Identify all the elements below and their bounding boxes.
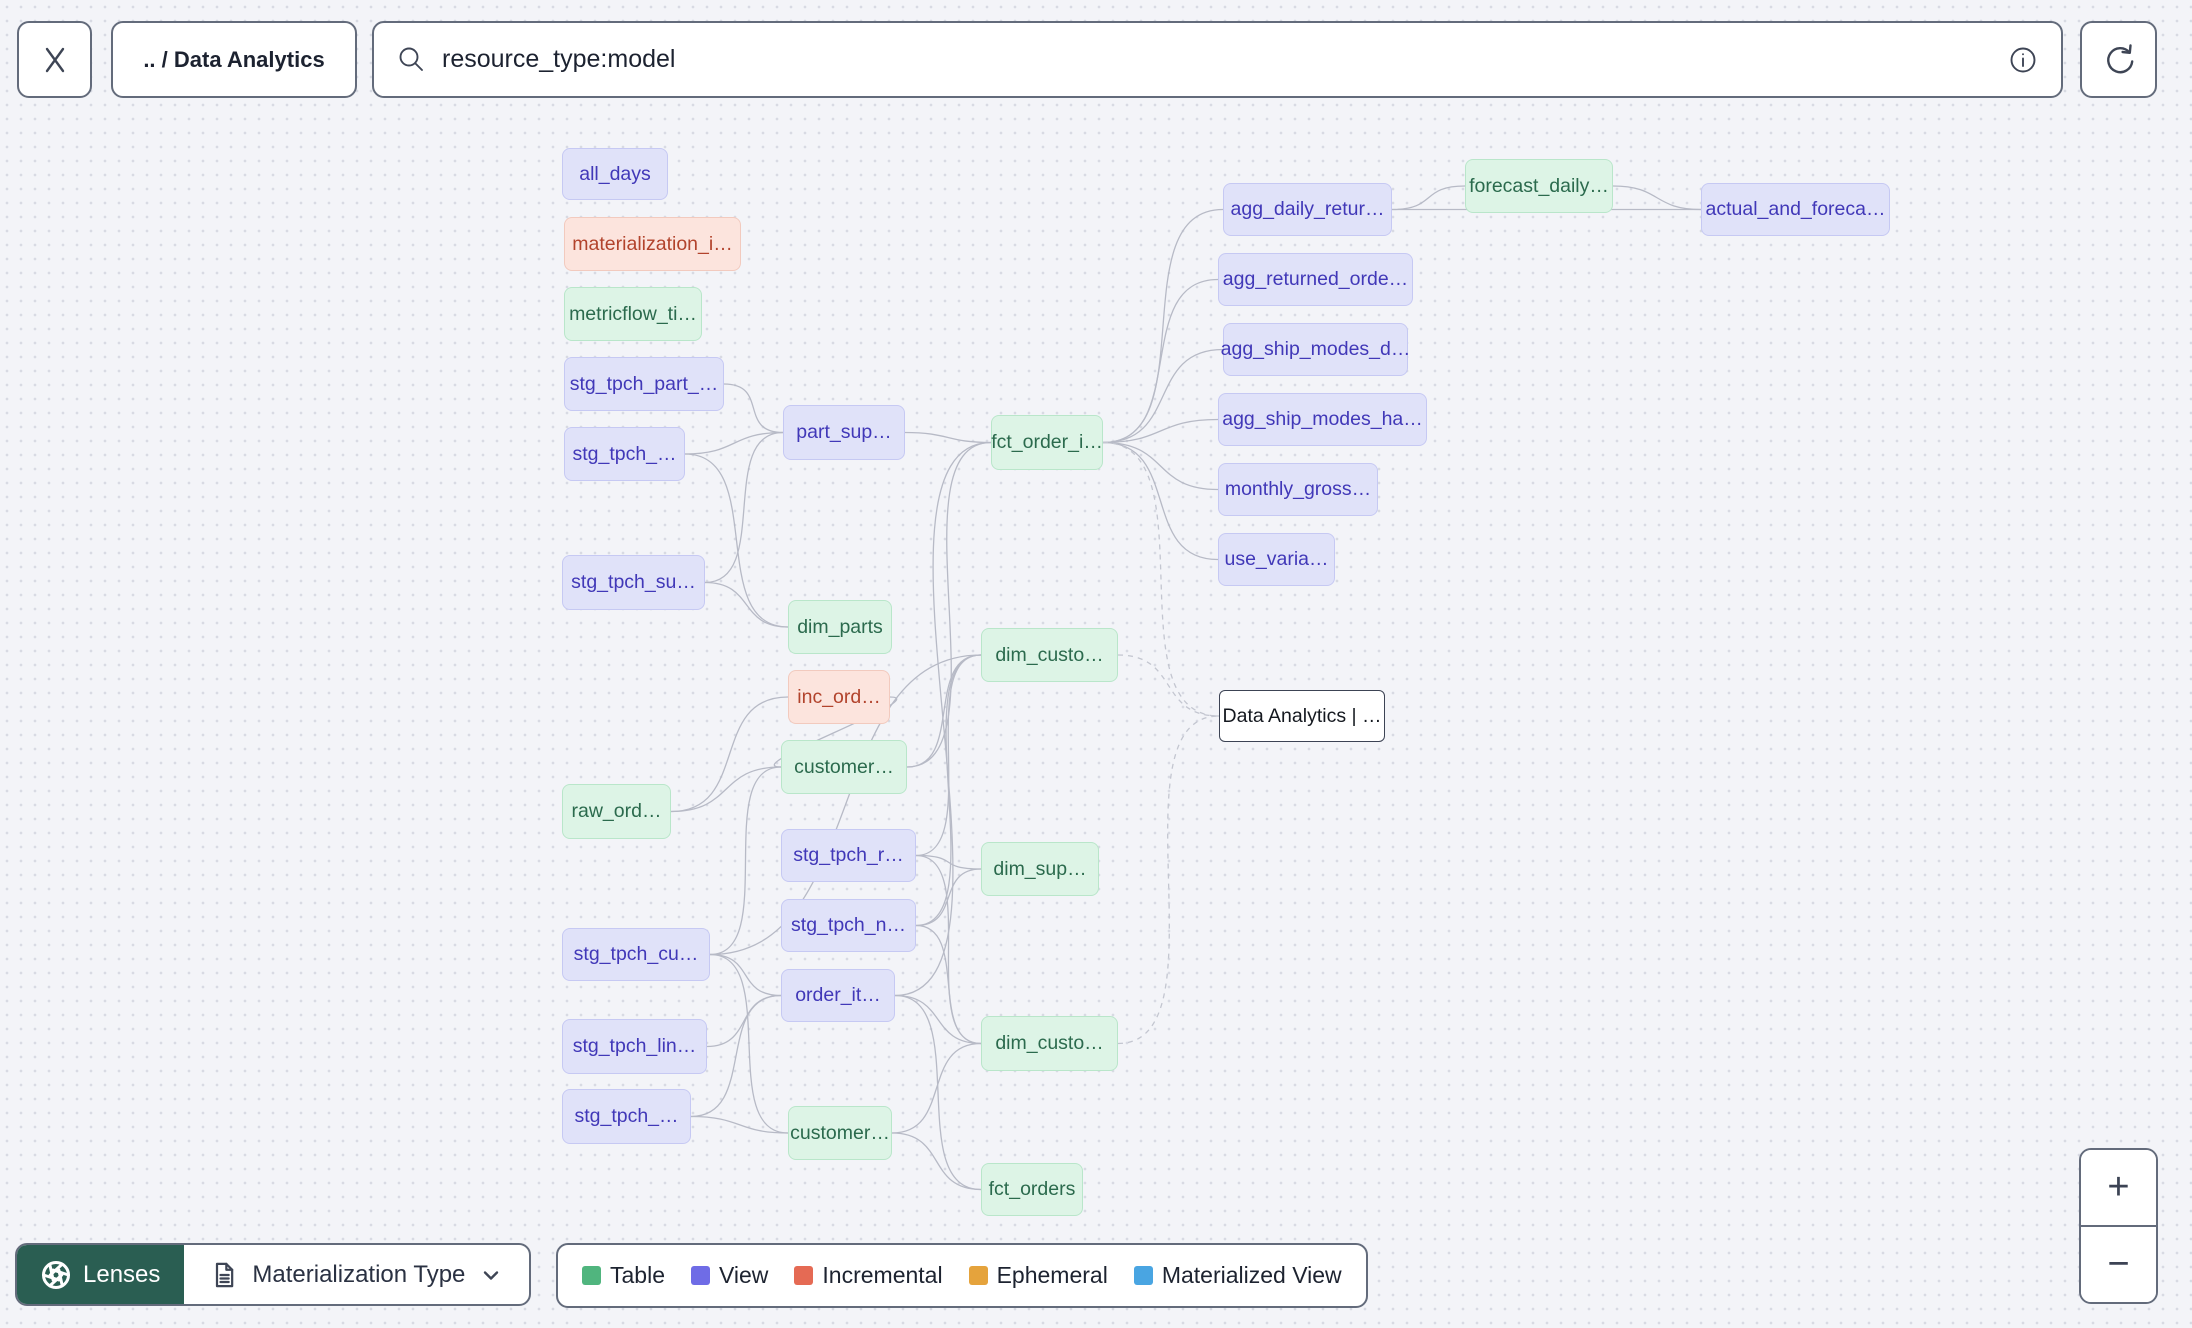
edge-fct_order_i-use_varia (1102, 441, 1219, 561)
info-icon[interactable] (2007, 44, 2039, 76)
zoom-control: + − (2079, 1148, 2158, 1304)
edge-fct_order_i-agg_ship_d (1102, 348, 1224, 444)
graph-node-stg_tpch_su[interactable]: stg_tpch_su… (562, 555, 705, 610)
edge-stg_tpch_b-customer_b (690, 1115, 789, 1134)
graph-node-fct_orders[interactable]: fct_orders (981, 1163, 1083, 1216)
graph-node-raw_ord[interactable]: raw_ord… (562, 784, 671, 839)
edge-raw_ord-inc_ord (670, 696, 789, 813)
graph-node-stg_tpch_n[interactable]: stg_tpch_n… (781, 899, 916, 952)
graph-node-customer_b[interactable]: customer… (788, 1106, 892, 1160)
graph-node-actual_and[interactable]: actual_and_foreca… (1701, 183, 1890, 236)
graph-node-dim_sup[interactable]: dim_sup… (981, 842, 1099, 896)
graph-node-order_it[interactable]: order_it… (781, 969, 895, 1022)
lenses-button[interactable]: Lenses (17, 1245, 185, 1304)
zoom-out-button[interactable]: − (2081, 1227, 2156, 1302)
zoom-in-button[interactable]: + (2081, 1150, 2156, 1227)
legend-swatch (968, 1266, 988, 1285)
edge-order_it-fct_orders (894, 994, 982, 1191)
graph-node-stg_tpch_part[interactable]: stg_tpch_part_… (564, 357, 724, 411)
legend-label: Incremental (822, 1262, 943, 1288)
graph-node-dim_custo_a[interactable]: dim_custo… (981, 628, 1118, 682)
graph-node-metricflow_ti[interactable]: metricflow_ti… (564, 287, 702, 341)
graph-node-agg_ship_d[interactable]: agg_ship_modes_d… (1221, 323, 1410, 376)
graph-node-agg_daily[interactable]: agg_daily_retur… (1223, 183, 1392, 236)
graph-node-stg_tpch_r[interactable]: stg_tpch_r… (781, 829, 916, 882)
graph-node-fct_order_i[interactable]: fct_order_i… (991, 415, 1103, 470)
search-bar (372, 21, 2063, 98)
graph-node-dim_custo_b[interactable]: dim_custo… (981, 1016, 1118, 1071)
graph-node-agg_ship_ha[interactable]: agg_ship_modes_ha… (1218, 393, 1427, 446)
edge-agg_daily-forecast_daily (1391, 185, 1466, 211)
legend-item-view: View (690, 1262, 769, 1289)
edge-stg_tpch_su-part_sup (704, 431, 784, 584)
edge-raw_ord-customer_a (670, 766, 782, 813)
edge-stg_tpch_cu-customer_a (709, 766, 782, 956)
graph-node-part_sup[interactable]: part_sup… (783, 405, 905, 460)
graph-node-stg_tpch_a[interactable]: stg_tpch_… (564, 427, 685, 481)
edge-dim_custo_b-data_analytics (1117, 715, 1220, 1045)
legend-swatch (794, 1266, 814, 1285)
legend-item-materialized-view: Materialized View (1133, 1262, 1342, 1289)
legend-label: Materialized View (1161, 1262, 1342, 1288)
search-icon (399, 47, 423, 71)
edge-fct_order_i-agg_returned (1102, 278, 1219, 444)
refresh-button[interactable] (2080, 21, 2157, 98)
breadcrumb[interactable]: .. / Data Analytics (111, 21, 357, 98)
document-icon (216, 1262, 234, 1287)
refresh-icon (2106, 43, 2133, 73)
close-button[interactable] (17, 21, 92, 98)
graph-node-agg_returned[interactable]: agg_returned_orde… (1218, 253, 1413, 306)
graph-node-stg_tpch_lin[interactable]: stg_tpch_lin… (562, 1019, 707, 1074)
edge-stg_tpch_lin-order_it (706, 994, 782, 1048)
edge-order_it-dim_custo_b (894, 994, 982, 1045)
legend-swatch (690, 1266, 710, 1285)
legend-label: Ephemeral (996, 1262, 1108, 1288)
edge-customer_b-fct_orders (891, 1132, 982, 1191)
lenses-label: Lenses (83, 1260, 161, 1288)
legend: Table View Incremental Ephemeral Materialize… (556, 1243, 1368, 1308)
breadcrumb-label: .. / Data Analytics (143, 46, 325, 72)
edge-dim_custo_a-data_analytics (1117, 654, 1220, 717)
edge-fct_order_i-agg_daily (1102, 208, 1224, 444)
graph-node-forecast_daily[interactable]: forecast_daily… (1465, 159, 1613, 213)
graph-node-materialization_i[interactable]: materialization_i… (564, 217, 741, 271)
materialization-type-dropdown[interactable]: Materialization Type (184, 1245, 529, 1304)
edge-stg_tpch_su-dim_parts (704, 581, 789, 628)
edge-fct_order_i-monthly_gross (1102, 441, 1219, 491)
graph-node-stg_tpch_b[interactable]: stg_tpch_… (562, 1089, 691, 1144)
graph-node-customer_a[interactable]: customer… (781, 740, 907, 794)
chevron-down-icon (484, 1270, 499, 1280)
graph-node-use_varia[interactable]: use_varia… (1218, 533, 1335, 586)
lenses-control: Lenses Materialization Type (15, 1243, 532, 1306)
search-input[interactable] (442, 45, 1991, 74)
legend-item-ephemeral: Ephemeral (968, 1262, 1108, 1289)
graph-node-monthly_gross[interactable]: monthly_gross… (1218, 463, 1378, 516)
graph-node-stg_tpch_cu[interactable]: stg_tpch_cu… (562, 928, 710, 981)
edge-fct_order_i-data_analytics (1102, 441, 1220, 717)
edge-stg_tpch_part-part_sup (723, 383, 784, 434)
close-icon (45, 47, 64, 72)
legend-item-table: Table (582, 1262, 665, 1289)
graph-node-inc_ord[interactable]: inc_ord… (788, 670, 890, 724)
dropdown-label: Materialization Type (252, 1260, 466, 1288)
legend-label: View (718, 1262, 769, 1288)
edge-forecast_daily-actual_and (1612, 185, 1702, 211)
aperture-icon (42, 1260, 70, 1289)
graph-node-dim_parts[interactable]: dim_parts (788, 600, 892, 654)
legend-swatch (582, 1266, 601, 1285)
edge-stg_tpch_n-dim_custo_a (915, 654, 982, 927)
legend-swatch (1133, 1266, 1153, 1285)
edge-stg_tpch_cu-order_it (709, 953, 782, 997)
legend-label: Table (610, 1262, 665, 1288)
graph-node-all_days[interactable]: all_days (562, 148, 668, 200)
edge-customer_a-dim_custo_a (906, 654, 982, 768)
graph-node-data_analytics[interactable]: Data Analytics | … (1219, 690, 1385, 742)
edge-part_sup-fct_order_i (904, 431, 992, 444)
legend-item-incremental: Incremental (794, 1262, 943, 1289)
